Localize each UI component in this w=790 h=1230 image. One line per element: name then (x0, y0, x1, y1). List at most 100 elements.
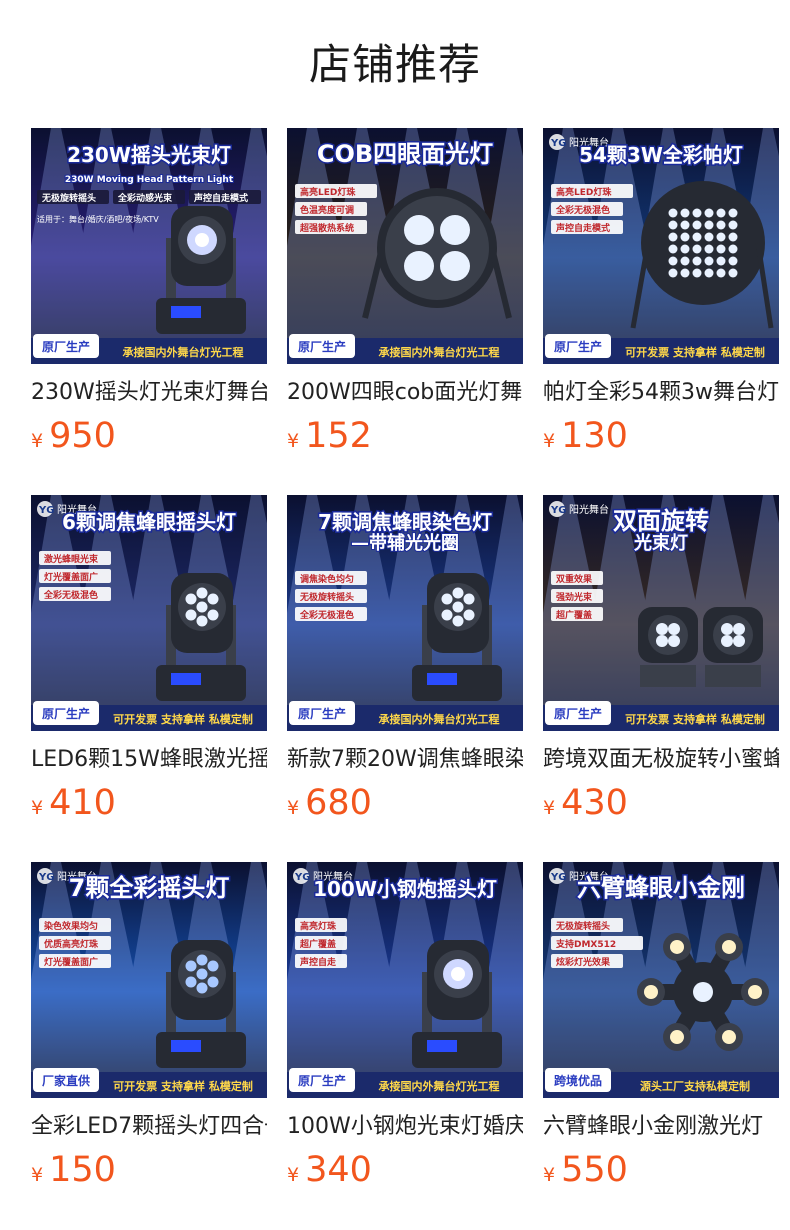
product-thumbnail[interactable]: COB四眼面光灯 高亮LED灯珠 色温亮度可调 超强散热系统 原厂生产 承接国内外舞台灯光… (287, 128, 523, 364)
logo-mark: YG (38, 505, 54, 516)
feature-tag: 声控自走模式 (189, 190, 261, 204)
feature-tag-text: 全彩动感光束 (117, 192, 173, 204)
feature-tag: 超强散热系统 (295, 220, 367, 234)
currency-symbol: ¥ (287, 1164, 300, 1186)
product-thumbnail[interactable]: 230W摇头光束灯 230W Moving Head Pattern Light 适… (31, 128, 267, 364)
feature-tag: 高亮LED灯珠 (551, 184, 633, 198)
feature-tag-text: 激光蜂眼光束 (44, 553, 99, 565)
feature-tag-text: 声控自走 (299, 956, 336, 968)
product-image: YG 阳光舞台54颗3W全彩帕灯高亮LED灯珠全彩无极混色声控自走模式原厂生产 可开… (543, 128, 779, 364)
product-title[interactable]: 全彩LED7颗摇头灯四合一 (31, 1112, 267, 1142)
product-card[interactable]: 7颗调焦蜂眼染色灯 —带辅光光圈 调焦染色均匀 无极旋转摇头 全彩无极混色 原厂生产 承接国… (287, 495, 523, 825)
feature-tag: 全彩无极混色 (295, 607, 367, 621)
image-heading: 6颗调焦蜂眼摇头灯 (62, 510, 236, 534)
logo-mark: YG (38, 872, 54, 883)
product-card[interactable]: YG 阳光舞台 6颗调焦蜂眼摇头灯 激光蜂眼光束 灯光覆盖面广 全彩无极混色 原厂生产 可开发… (31, 495, 267, 825)
feature-tag: 全彩无极混色 (551, 202, 623, 216)
product-price: ¥550 (543, 1148, 628, 1192)
product-card[interactable]: YG 阳光舞台 54颗3W全彩帕灯 高亮LED灯珠 全彩无极混色 声控自走模式 原厂生产 可开… (543, 128, 779, 458)
feature-tag-text: 全彩无极混色 (299, 609, 354, 621)
product-card[interactable]: COB四眼面光灯 高亮LED灯珠 色温亮度可调 超强散热系统 原厂生产 承接国内外舞台灯光… (287, 128, 523, 458)
feature-tag-text: 炫彩灯光效果 (556, 956, 611, 968)
product-thumbnail[interactable]: 7颗调焦蜂眼染色灯 —带辅光光圈 调焦染色均匀 无极旋转摇头 全彩无极混色 原厂生产 承接国… (287, 495, 523, 731)
factory-badge: 原厂生产 (554, 339, 602, 354)
factory-badge: 原厂生产 (298, 706, 346, 721)
promo-banner: 厂家直供 可开发票 支持拿样 私模定制 (31, 1068, 267, 1098)
product-price: ¥150 (31, 1148, 116, 1192)
promo-banner: 原厂生产 承接国内外舞台灯光工程 (287, 701, 523, 731)
product-price: ¥340 (287, 1148, 372, 1192)
feature-tag: 炫彩灯光效果 (551, 954, 623, 968)
product-title[interactable]: 新款7颗20W调焦蜂眼染色灯 (287, 745, 523, 775)
product-price: ¥680 (287, 781, 372, 825)
price-value: 680 (305, 783, 372, 823)
product-card[interactable]: 230W摇头光束灯 230W Moving Head Pattern Light 适… (31, 128, 267, 458)
image-heading: 230W摇头光束灯 (67, 143, 231, 167)
feature-tag-text: 声控自走模式 (555, 222, 610, 234)
feature-tag: 色温亮度可调 (295, 202, 367, 216)
feature-tag: 声控自走 (295, 954, 347, 968)
product-card[interactable]: YG 阳光舞台 100W小钢炮摇头灯 高亮灯珠 超广覆盖 声控自走 原厂生产 承接国内外舞台灯… (287, 862, 523, 1192)
price-value: 430 (561, 783, 628, 823)
page-title: 店铺推荐 (308, 40, 481, 89)
banner-text: 承接国内外舞台灯光工程 (123, 345, 244, 359)
product-title[interactable]: 200W四眼cob面光灯舞台 (287, 378, 523, 408)
image-usage-note: 适用于：舞台/婚庆/酒吧/夜场/KTV (37, 214, 159, 224)
feature-tag: 全彩无极混色 (39, 587, 111, 601)
product-thumbnail[interactable]: YG 阳光舞台 100W小钢炮摇头灯 高亮灯珠 超广覆盖 声控自走 原厂生产 承接国内外舞台灯… (287, 862, 523, 1098)
product-title[interactable]: 100W小钢炮光束灯婚庆 (287, 1112, 523, 1142)
promo-banner: 原厂生产 承接国内外舞台灯光工程 (287, 1068, 523, 1098)
feature-tag-text: 全彩无极混色 (43, 589, 98, 601)
feature-tag-text: 染色效果均匀 (43, 920, 98, 932)
product-thumbnail[interactable]: YG 阳光舞台 双面旋转 光束灯 双重效果 强劲光束 超广覆盖 原厂生产 可开发票 支持拿样 私… (543, 495, 779, 731)
product-price: ¥430 (543, 781, 628, 825)
product-thumbnail[interactable]: YG 阳光舞台 54颗3W全彩帕灯 高亮LED灯珠 全彩无极混色 声控自走模式 原厂生产 可开… (543, 128, 779, 364)
feature-tag: 超广覆盖 (295, 936, 347, 950)
logo-mark: YG (550, 505, 566, 516)
feature-tag: 调焦染色均匀 (295, 571, 367, 585)
feature-tag: 双重效果 (551, 571, 603, 585)
feature-tag-text: 双重效果 (556, 573, 593, 585)
image-subheading: 光束灯 (633, 532, 688, 554)
product-card[interactable]: YG 阳光舞台 双面旋转 光束灯 双重效果 强劲光束 超广覆盖 原厂生产 可开发票 支持拿样 私… (543, 495, 779, 825)
product-thumbnail[interactable]: YG 阳光舞台 7颗全彩摇头灯 染色效果均匀 优质高亮灯珠 灯光覆盖面广 厂家直供 可开发票 … (31, 862, 267, 1098)
currency-symbol: ¥ (287, 430, 300, 452)
product-title[interactable]: 跨境双面无极旋转小蜜蜂 (543, 745, 779, 775)
feature-tag: 激光蜂眼光束 (39, 551, 111, 565)
product-thumbnail[interactable]: YG 阳光舞台 6颗调焦蜂眼摇头灯 激光蜂眼光束 灯光覆盖面广 全彩无极混色 原厂生产 可开发… (31, 495, 267, 731)
promo-banner: 原厂生产 承接国内外舞台灯光工程 (287, 334, 523, 364)
product-image: COB四眼面光灯高亮LED灯珠色温亮度可调超强散热系统原厂生产 承接国内外舞台灯光… (287, 128, 523, 364)
factory-badge: 跨境优品 (554, 1073, 602, 1088)
price-value: 410 (49, 783, 116, 823)
feature-tag: 声控自走模式 (551, 220, 623, 234)
factory-badge: 原厂生产 (42, 339, 90, 354)
image-heading: 六臂蜂眼小金刚 (577, 874, 745, 902)
product-price: ¥410 (31, 781, 116, 825)
banner-text: 承接国内外舞台灯光工程 (379, 1079, 500, 1093)
product-title[interactable]: 六臂蜂眼小金刚激光灯 (543, 1112, 779, 1142)
logo-text: 阳光舞台 (569, 503, 609, 516)
promo-banner: 原厂生产 可开发票 支持拿样 私模定制 (31, 701, 267, 731)
product-card[interactable]: YG 阳光舞台 六臂蜂眼小金刚 无极旋转摇头 支持DMX512 炫彩灯光效果 跨境优品 源头工… (543, 862, 779, 1192)
factory-badge: 原厂生产 (298, 1073, 346, 1088)
currency-symbol: ¥ (543, 797, 556, 819)
image-heading: 100W小钢炮摇头灯 (313, 877, 497, 901)
feature-tag-text: 优质高亮灯珠 (44, 938, 99, 950)
product-thumbnail[interactable]: YG 阳光舞台 六臂蜂眼小金刚 无极旋转摇头 支持DMX512 炫彩灯光效果 跨境优品 源头工… (543, 862, 779, 1098)
product-title[interactable]: 帕灯全彩54颗3w舞台灯 (543, 378, 779, 408)
feature-tag: 强劲光束 (551, 589, 603, 603)
product-image: YG 阳光舞台100W小钢炮摇头灯高亮灯珠超广覆盖声控自走原厂生产 承接国内外舞台灯… (287, 862, 523, 1098)
product-image: YG 阳光舞台 双面旋转光束灯双重效果强劲光束超广覆盖原厂生产 可开发票 支持拿样 私… (543, 495, 779, 731)
image-heading: 54颗3W全彩帕灯 (579, 143, 743, 167)
banner-text: 承接国内外舞台灯光工程 (379, 345, 500, 359)
product-title[interactable]: LED6颗15W蜂眼激光摇头灯 (31, 745, 267, 775)
image-heading: COB四眼面光灯 (317, 140, 493, 168)
promo-banner: 原厂生产 可开发票 支持拿样 私模定制 (543, 334, 779, 364)
feature-tag: 超广覆盖 (551, 607, 603, 621)
product-title[interactable]: 230W摇头灯光束灯舞台灯 (31, 378, 267, 408)
product-card[interactable]: YG 阳光舞台 7颗全彩摇头灯 染色效果均匀 优质高亮灯珠 灯光覆盖面广 厂家直供 可开发票 … (31, 862, 267, 1192)
promo-banner: 原厂生产 承接国内外舞台灯光工程 (31, 334, 267, 364)
feature-tag-text: 色温亮度可调 (300, 204, 354, 216)
price-value: 152 (305, 416, 372, 456)
price-value: 340 (305, 1150, 372, 1190)
